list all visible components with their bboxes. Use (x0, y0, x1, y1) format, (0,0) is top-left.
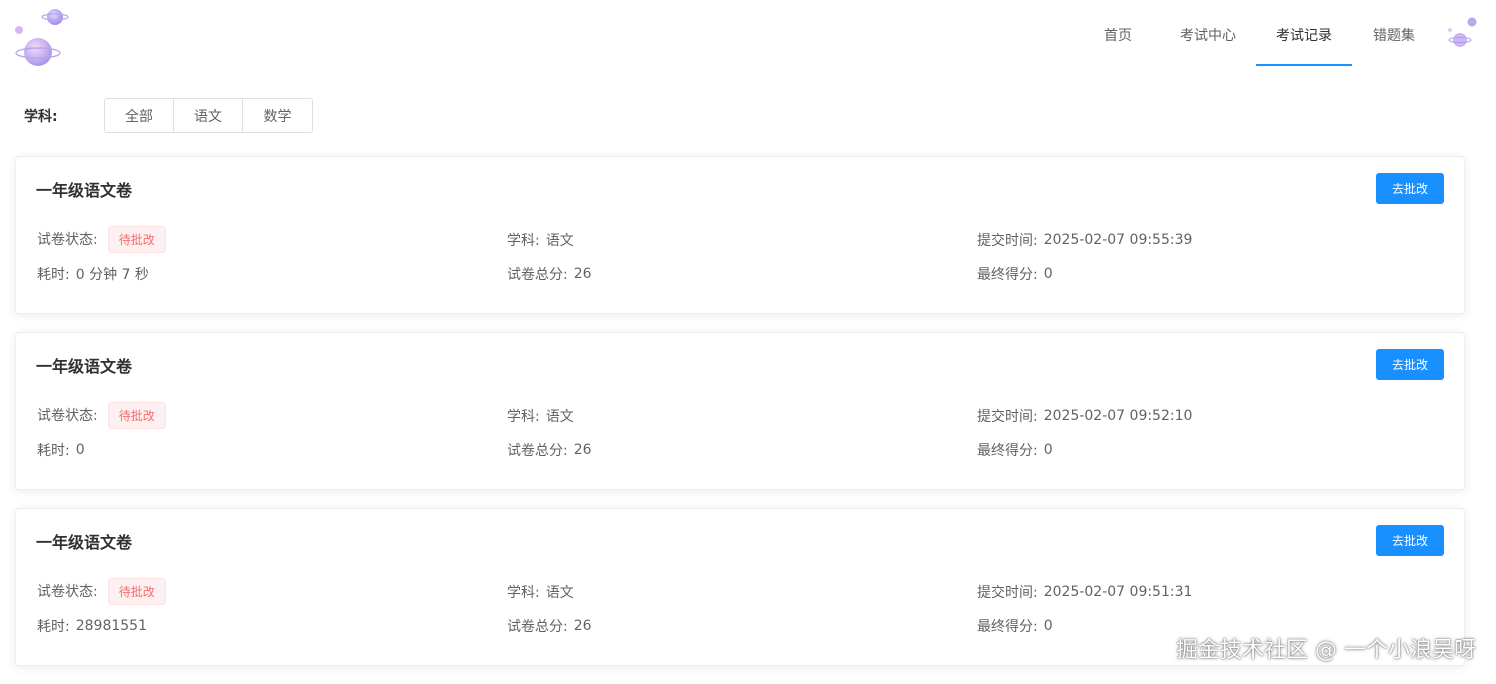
total-score-label: 试卷总分: (507, 264, 568, 284)
nav-wrong-questions[interactable]: 错题集 (1352, 0, 1436, 70)
submit-time-field: 提交时间: 2025-02-07 09:52:10 (977, 401, 1192, 431)
subject-value: 语文 (546, 582, 574, 602)
subject-label: 学科: (507, 230, 540, 250)
status-label: 试卷状态: (37, 229, 98, 249)
subject-segmented-control: 全部 语文 数学 (104, 98, 313, 133)
record-list: 一年级语文卷 去批改 试卷状态: 待批改 学科: 语文 提交时间: 2025-0… (15, 156, 1465, 684)
final-score-field: 最终得分: 0 (977, 264, 1053, 284)
status-field: 试卷状态: 待批改 (37, 576, 166, 606)
grade-button[interactable]: 去批改 (1376, 173, 1444, 204)
subject-field: 学科: 语文 (507, 401, 574, 431)
submit-time-label: 提交时间: (977, 406, 1038, 426)
duration-field: 耗时: 0 (37, 440, 85, 460)
nav-exam-records-label: 考试记录 (1276, 25, 1332, 45)
duration-field: 耗时: 28981551 (37, 616, 147, 636)
nav-home-label: 首页 (1104, 25, 1132, 45)
status-field: 试卷状态: 待批改 (37, 400, 166, 430)
total-score-field: 试卷总分: 26 (507, 440, 592, 460)
duration-label: 耗时: (37, 264, 70, 284)
status-badge: 待批改 (108, 226, 166, 253)
total-score-value: 26 (574, 618, 592, 634)
subject-value: 语文 (546, 230, 574, 250)
nav-exam-center-label: 考试中心 (1180, 25, 1236, 45)
subject-field: 学科: 语文 (507, 225, 574, 255)
status-field: 试卷状态: 待批改 (37, 224, 166, 254)
subject-filter-label: 学科: (24, 106, 104, 126)
final-score-label: 最终得分: (977, 264, 1038, 284)
total-score-value: 26 (574, 266, 592, 282)
planet-decoration-icon (1436, 0, 1496, 70)
subject-filter: 学科: 全部 语文 数学 (24, 98, 313, 133)
subject-label: 学科: (507, 582, 540, 602)
record-title: 一年级语文卷 (36, 177, 132, 201)
filter-option-chinese[interactable]: 语文 (174, 99, 243, 132)
duration-label: 耗时: (37, 440, 70, 460)
final-score-value: 0 (1044, 442, 1053, 458)
grade-button[interactable]: 去批改 (1376, 525, 1444, 556)
filter-option-math[interactable]: 数学 (243, 99, 312, 132)
status-label: 试卷状态: (37, 581, 98, 601)
submit-time-value: 2025-02-07 09:52:10 (1044, 408, 1193, 424)
nav-home[interactable]: 首页 (1076, 0, 1160, 70)
main-nav: 首页 考试中心 考试记录 错题集 (1076, 0, 1496, 70)
duration-value: 0 分钟 7 秒 (76, 264, 149, 284)
submit-time-field: 提交时间: 2025-02-07 09:55:39 (977, 225, 1192, 255)
duration-field: 耗时: 0 分钟 7 秒 (37, 264, 149, 284)
total-score-label: 试卷总分: (507, 440, 568, 460)
watermark-text: 掘金技术社区 @ 一个小浪吴呀 (1176, 632, 1476, 664)
duration-value: 28981551 (76, 618, 147, 634)
final-score-label: 最终得分: (977, 440, 1038, 460)
final-score-field: 最终得分: 0 (977, 440, 1053, 460)
subject-label: 学科: (507, 406, 540, 426)
final-score-value: 0 (1044, 266, 1053, 282)
duration-value: 0 (76, 442, 85, 458)
total-score-label: 试卷总分: (507, 616, 568, 636)
final-score-label: 最终得分: (977, 616, 1038, 636)
nav-exam-records[interactable]: 考试记录 (1256, 0, 1352, 70)
planet-logo-icon[interactable] (10, 4, 70, 68)
nav-wrong-questions-label: 错题集 (1373, 25, 1415, 45)
status-label: 试卷状态: (37, 405, 98, 425)
submit-time-value: 2025-02-07 09:51:31 (1044, 584, 1193, 600)
record-card: 一年级语文卷 去批改 试卷状态: 待批改 学科: 语文 提交时间: 2025-0… (15, 156, 1465, 314)
record-title: 一年级语文卷 (36, 529, 132, 553)
submit-time-label: 提交时间: (977, 582, 1038, 602)
record-card: 一年级语文卷 去批改 试卷状态: 待批改 学科: 语文 提交时间: 2025-0… (15, 332, 1465, 490)
grade-button[interactable]: 去批改 (1376, 349, 1444, 380)
total-score-field: 试卷总分: 26 (507, 616, 592, 636)
total-score-field: 试卷总分: 26 (507, 264, 592, 284)
total-score-value: 26 (574, 442, 592, 458)
filter-option-all[interactable]: 全部 (105, 99, 174, 132)
final-score-field: 最终得分: 0 (977, 616, 1053, 636)
record-title: 一年级语文卷 (36, 353, 132, 377)
duration-label: 耗时: (37, 616, 70, 636)
submit-time-value: 2025-02-07 09:55:39 (1044, 232, 1193, 248)
nav-exam-center[interactable]: 考试中心 (1160, 0, 1256, 70)
subject-field: 学科: 语文 (507, 577, 574, 607)
status-badge: 待批改 (108, 402, 166, 429)
status-badge: 待批改 (108, 578, 166, 605)
final-score-value: 0 (1044, 618, 1053, 634)
top-header: 首页 考试中心 考试记录 错题集 (0, 0, 1496, 70)
submit-time-label: 提交时间: (977, 230, 1038, 250)
submit-time-field: 提交时间: 2025-02-07 09:51:31 (977, 577, 1192, 607)
subject-value: 语文 (546, 406, 574, 426)
